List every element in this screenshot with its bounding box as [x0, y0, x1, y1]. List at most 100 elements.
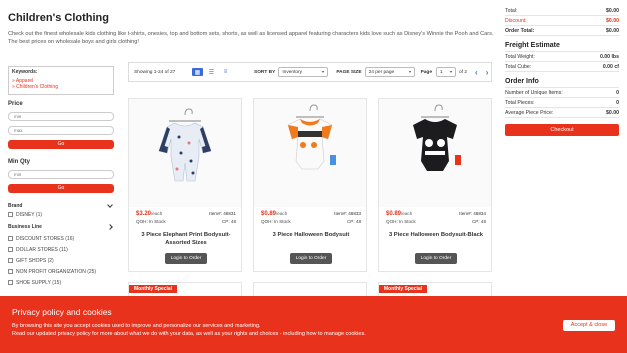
- login-to-order-button[interactable]: Login to Order: [290, 253, 332, 264]
- item-number: Item#: 46833: [334, 211, 361, 216]
- total-pieces-value: 0: [616, 99, 619, 106]
- list-view-icon[interactable]: ☰: [206, 68, 217, 76]
- sort-select[interactable]: Inventory: [278, 67, 329, 77]
- business-line-header[interactable]: Business Line: [8, 222, 114, 231]
- brand-label: Brand: [8, 203, 23, 209]
- minqty-go-button[interactable]: Go: [8, 184, 114, 193]
- business-line-option[interactable]: SHOE SUPPLY (15): [8, 277, 114, 288]
- accept-close-button[interactable]: Accept & close: [563, 320, 615, 331]
- product-card[interactable]: $0.89/each Item#: 46833 QOH: In Stock CP…: [253, 98, 367, 272]
- page-description: Check out the finest wholesale kids clot…: [8, 31, 494, 45]
- keywords-box: Keywords: » Apparel » Children's Clothin…: [8, 66, 114, 95]
- price-min-input[interactable]: [8, 112, 114, 121]
- total-pieces-label: Total Pieces:: [505, 99, 535, 106]
- keywords-title: Keywords:: [12, 69, 38, 75]
- order-total-value: $0.00: [606, 27, 619, 34]
- avg-price-value: $0.00: [606, 109, 619, 116]
- minqty-input[interactable]: [8, 170, 114, 179]
- product-image[interactable]: [254, 99, 366, 207]
- cube-value: 0.00 cf: [602, 63, 619, 70]
- business-line-option-label: DISCOUNT STORES (16): [16, 235, 75, 242]
- item-number: Item#: 46834: [459, 211, 486, 216]
- price-unit: /each: [151, 211, 163, 216]
- checkout-button[interactable]: Checkout: [505, 124, 619, 136]
- price-unit: /each: [276, 211, 288, 216]
- product-card[interactable]: $3.20/each Item#: 46831 QOH: In Stock CP…: [128, 98, 242, 272]
- total-value: $0.00: [606, 7, 619, 14]
- product-price: $3.20: [136, 211, 152, 217]
- checkbox[interactable]: [8, 280, 13, 285]
- total-label: Total:: [505, 7, 518, 14]
- business-line-option-label: SHOE SUPPLY (15): [16, 279, 62, 286]
- price-max-input[interactable]: [8, 126, 114, 135]
- avg-price-row: Average Piece Price: $0.00: [505, 108, 619, 118]
- product-name[interactable]: 3 Piece Halloween Bodysuit-Black: [383, 231, 489, 239]
- page-value: 1: [440, 69, 443, 75]
- business-line-option[interactable]: GIFT SHOPS (2): [8, 255, 114, 266]
- cookie-banner: Privacy policy and cookies By browsing t…: [0, 296, 627, 353]
- product-name[interactable]: 3 Piece Elephant Print Bodysuit-Assorted…: [133, 231, 239, 247]
- monthly-special-badge: Monthly Special: [379, 285, 428, 293]
- discount-label: Discount:: [505, 17, 527, 24]
- business-line-option[interactable]: DOLLAR STORES (11): [8, 244, 114, 255]
- sort-label: SORT BY: [254, 69, 276, 75]
- compact-view-icon[interactable]: ≡: [220, 68, 231, 76]
- login-to-order-button[interactable]: Login to Order: [165, 253, 207, 264]
- page-label: Page: [420, 69, 433, 75]
- total-row: Total: $0.00: [505, 6, 619, 16]
- page-size-select[interactable]: 24 per page: [364, 67, 415, 77]
- caret-down-icon: [450, 71, 453, 73]
- unique-items-row: Number of Unique Items: 0: [505, 88, 619, 98]
- order-total-label: Order Total:: [505, 27, 535, 34]
- page-title: Children's Clothing: [8, 12, 109, 24]
- qoh-status: QOH: In Stock: [386, 219, 416, 224]
- price-label: Price: [8, 101, 23, 107]
- page-select[interactable]: 1: [436, 67, 457, 77]
- checkbox[interactable]: [8, 247, 13, 252]
- order-summary: Total: $0.00 Discount: $0.00 Order Total…: [505, 6, 619, 136]
- product-name[interactable]: 3 Piece Halloween Bodysuit: [258, 231, 364, 239]
- page-of: of 2: [459, 69, 468, 75]
- price-row: $0.89/each Item#: 46833: [261, 211, 361, 217]
- checkbox[interactable]: [8, 269, 13, 274]
- checkbox[interactable]: [8, 212, 13, 217]
- brand-option[interactable]: DISNEY (1): [8, 209, 114, 220]
- checkbox[interactable]: [8, 236, 13, 241]
- order-total-row: Order Total: $0.00: [505, 26, 619, 36]
- business-line-option[interactable]: NON PROFIT ORGANIZATION (25): [8, 266, 114, 277]
- minqty-label: Min Qty: [8, 159, 30, 165]
- business-line-option[interactable]: DISCOUNT STORES (16): [8, 233, 114, 244]
- business-line-label: Business Line: [8, 223, 42, 230]
- total-pieces-row: Total Pieces: 0: [505, 98, 619, 108]
- unique-items-value: 0: [616, 89, 619, 96]
- qoh-status: QOH: In Stock: [136, 219, 166, 224]
- sort-value: Inventory: [282, 69, 303, 75]
- filters-panel: Keywords: » Apparel » Children's Clothin…: [8, 66, 114, 288]
- price-row: $3.20/each Item#: 46831: [136, 211, 236, 217]
- listing-toolbar: Showing 1-24 of 27 ▦ ☰ ≡ SORT BY Invento…: [128, 62, 492, 82]
- discount-value: $0.00: [606, 17, 619, 24]
- brand-option-label: DISNEY (1): [16, 211, 43, 218]
- product-price: $0.89: [261, 211, 277, 217]
- product-image[interactable]: [379, 99, 491, 207]
- case-pack: CP: 48: [346, 219, 361, 224]
- price-go-button[interactable]: Go: [8, 140, 114, 149]
- weight-row: Total Weight: 0.00 lbs: [505, 52, 619, 62]
- grid-view-icon[interactable]: ▦: [192, 68, 203, 76]
- order-info-heading: Order Info: [505, 78, 619, 88]
- product-image[interactable]: [129, 99, 241, 207]
- keyword-childrens-clothing[interactable]: » Children's Clothing: [12, 84, 110, 90]
- cookie-text: By browsing this site you accept cookies…: [12, 322, 532, 338]
- business-line-option-label: DOLLAR STORES (11): [16, 246, 68, 253]
- case-pack: CP: 48: [471, 219, 486, 224]
- weight-value: 0.00 lbs: [599, 53, 619, 60]
- prev-page-icon[interactable]: ‹: [475, 68, 478, 77]
- product-card[interactable]: $0.89/each Item#: 46834 QOH: In Stock CP…: [378, 98, 492, 272]
- checkbox[interactable]: [8, 258, 13, 263]
- product-price: $0.89: [386, 211, 402, 217]
- login-to-order-button[interactable]: Login to Order: [415, 253, 457, 264]
- unique-items-label: Number of Unique Items:: [505, 89, 563, 96]
- next-page-icon[interactable]: ›: [486, 68, 489, 77]
- price-row: $0.89/each Item#: 46834: [386, 211, 486, 217]
- caret-down-icon: [322, 71, 325, 73]
